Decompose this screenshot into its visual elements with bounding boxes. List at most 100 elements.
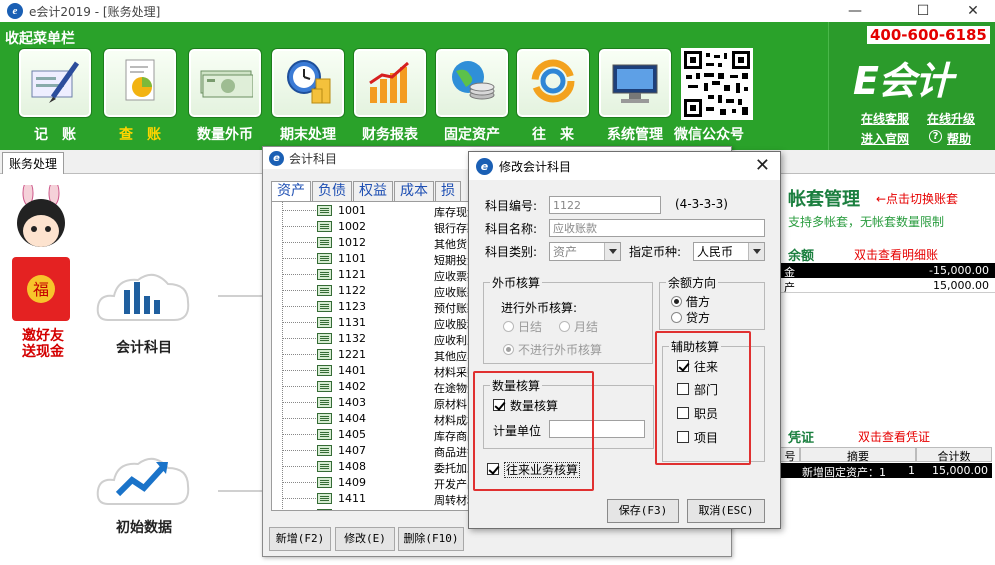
brand-panel: 400-600-6185 E会计 在线客服 在线升级 进入官网 ? 帮助 bbox=[828, 22, 995, 150]
collapse-menu-button[interactable]: 收起菜单栏 bbox=[5, 28, 75, 48]
tab-accounting[interactable]: 账务处理 bbox=[2, 152, 65, 174]
tree-row[interactable]: 1401 材料采购 bbox=[272, 362, 470, 379]
tree-row[interactable]: 1409 开发产品 bbox=[272, 474, 470, 491]
add-account-button[interactable]: 新增(F2) bbox=[269, 527, 331, 551]
tool-period-end[interactable]: 期末处理 bbox=[270, 48, 346, 144]
voucher-row[interactable]: 新增固定资产：1 1 15,000.00 bbox=[780, 463, 992, 479]
bar-chart-icon bbox=[353, 48, 427, 118]
account-name: 消耗性生 bbox=[434, 508, 470, 510]
account-code: 1404 bbox=[338, 412, 366, 425]
tool-financial-reports[interactable]: 财务报表 bbox=[352, 48, 428, 144]
close-button[interactable]: ✕ bbox=[950, 0, 995, 22]
account-set-management-title[interactable]: 帐套管理 bbox=[788, 185, 860, 211]
tree-row[interactable]: 1123 预付账款 bbox=[272, 298, 470, 315]
ledger-icon bbox=[317, 285, 332, 296]
tool-system-management[interactable]: 系统管理 bbox=[597, 48, 673, 144]
tree-row[interactable]: 1403 原材料 bbox=[272, 394, 470, 411]
banknote-icon bbox=[188, 48, 262, 118]
invite-friends-promo[interactable]: 邀好友送现金 bbox=[18, 328, 68, 360]
tab-assets[interactable]: 资产 bbox=[271, 181, 311, 201]
fx-question-label: 进行外币核算: bbox=[501, 301, 578, 315]
debit-radio[interactable]: 借方 bbox=[671, 293, 710, 310]
cancel-button[interactable]: 取消(ESC) bbox=[687, 499, 765, 523]
save-button[interactable]: 保存(F3) bbox=[607, 499, 679, 523]
tree-row[interactable]: 1131 应收股利 bbox=[272, 314, 470, 331]
tree-line bbox=[282, 402, 316, 403]
online-upgrade-link[interactable]: 在线升级 bbox=[927, 110, 975, 127]
account-type-select[interactable]: 资产 bbox=[549, 242, 621, 261]
balance-row[interactable]: 金 -15,000.00 bbox=[770, 263, 995, 279]
tree-line bbox=[282, 322, 316, 323]
minimize-button[interactable]: — bbox=[832, 0, 878, 22]
tree-line bbox=[282, 370, 316, 371]
tab-cost[interactable]: 成本 bbox=[394, 181, 434, 201]
tree-row[interactable]: 1002 银行存款 bbox=[272, 218, 470, 235]
voucher-col-number: 号 bbox=[780, 447, 800, 463]
tab-equity[interactable]: 权益 bbox=[353, 181, 393, 201]
dialog-close-button[interactable]: ✕ bbox=[755, 155, 770, 176]
account-code-field[interactable]: 1122 bbox=[549, 196, 661, 214]
tree-row[interactable]: 1221 其他应收 bbox=[272, 346, 470, 363]
mascot-red-envelope-icon[interactable]: 福 bbox=[6, 185, 76, 335]
tree-row[interactable]: 1402 在途物资 bbox=[272, 378, 470, 395]
tool-fixed-assets[interactable]: 固定资产 bbox=[434, 48, 510, 144]
tree-row[interactable]: 1012 其他货币 bbox=[272, 234, 470, 251]
dialog-titlebar[interactable]: e 修改会计科目 bbox=[469, 152, 780, 180]
tree-row[interactable]: 1132 应收利息 bbox=[272, 330, 470, 347]
account-name-field[interactable]: 应收账款 bbox=[549, 219, 765, 237]
tree-row[interactable]: 1122 应收账款 bbox=[272, 282, 470, 299]
tool-bookkeeping[interactable]: 记 账 bbox=[17, 48, 93, 144]
tree-row[interactable]: 1421 消耗性生 bbox=[272, 506, 470, 510]
tool-accounts-current[interactable]: 往 来 bbox=[515, 48, 591, 144]
currency-select[interactable]: 人民币 bbox=[693, 242, 765, 261]
account-name: 材料采购 bbox=[434, 366, 470, 379]
website-link[interactable]: 进入官网 bbox=[861, 130, 909, 147]
tree-row[interactable]: 1408 委托加工 bbox=[272, 458, 470, 475]
tree-line bbox=[282, 226, 316, 227]
tree-row[interactable]: 1407 商品进销 bbox=[272, 442, 470, 459]
ledger-icon bbox=[317, 205, 332, 216]
fx-monthly-radio[interactable]: 月结 bbox=[559, 318, 598, 335]
tree-row[interactable]: 1121 应收票据 bbox=[272, 266, 470, 283]
feature-chart-of-accounts[interactable]: 会计科目 bbox=[94, 260, 194, 357]
ledger-icon bbox=[317, 477, 332, 488]
feature-initial-data[interactable]: 初始数据 bbox=[94, 450, 194, 537]
pen-check-icon bbox=[18, 48, 92, 118]
account-code: 1012 bbox=[338, 236, 366, 249]
ledger-icon bbox=[317, 317, 332, 328]
wechat-qr-code bbox=[681, 48, 753, 120]
tree-row[interactable]: 1001 库存现金 bbox=[272, 202, 470, 219]
left-panel: 福 邀好友送现金 会计科目 初始数据 bbox=[0, 175, 262, 565]
credit-radio[interactable]: 贷方 bbox=[671, 309, 710, 326]
account-tree[interactable]: 1001 库存现金 1002 银行存款 1012 其他货币 1101 短期投资 1121 应收票据… bbox=[271, 201, 471, 511]
ledger-icon bbox=[317, 381, 332, 392]
tree-row[interactable]: 1405 库存商品 bbox=[272, 426, 470, 443]
clock-coins-icon bbox=[271, 48, 345, 118]
edit-account-button[interactable]: 修改(E) bbox=[335, 527, 395, 551]
tab-liabilities[interactable]: 负债 bbox=[312, 181, 352, 201]
help-link[interactable]: 帮助 bbox=[947, 130, 971, 147]
tree-row[interactable]: 1101 短期投资 bbox=[272, 250, 470, 267]
tree-row[interactable]: 1404 材料成本 bbox=[272, 410, 470, 427]
fx-daily-radio[interactable]: 日结 bbox=[503, 318, 542, 335]
app-logo-icon: e bbox=[269, 150, 284, 166]
tool-audit[interactable]: 查 账 bbox=[102, 48, 178, 144]
maximize-button[interactable]: ☐ bbox=[900, 0, 946, 22]
account-code: 1402 bbox=[338, 380, 366, 393]
tool-quantity-currency[interactable]: 数量外币 bbox=[187, 48, 263, 144]
delete-account-button[interactable]: 删除(F10) bbox=[398, 527, 464, 551]
ledger-icon bbox=[317, 461, 332, 472]
chevron-down-icon bbox=[604, 243, 620, 260]
account-code: 1401 bbox=[338, 364, 366, 377]
fx-none-radio[interactable]: 不进行外币核算 bbox=[503, 341, 602, 358]
account-code-label: 科目编号: bbox=[485, 199, 538, 213]
account-type-label: 科目类别: bbox=[485, 245, 538, 259]
online-service-link[interactable]: 在线客服 bbox=[861, 110, 909, 127]
balance-row[interactable]: 产 15,000.00 bbox=[770, 278, 995, 294]
tab-profit-loss[interactable]: 损 bbox=[435, 181, 461, 201]
voucher-col-total: 合计数 bbox=[916, 447, 992, 463]
flow-connector bbox=[218, 490, 262, 492]
account-name: 应收股利 bbox=[434, 318, 470, 331]
tree-row[interactable]: 1411 周转材料 bbox=[272, 490, 470, 507]
app-logo-icon: e bbox=[7, 3, 23, 19]
